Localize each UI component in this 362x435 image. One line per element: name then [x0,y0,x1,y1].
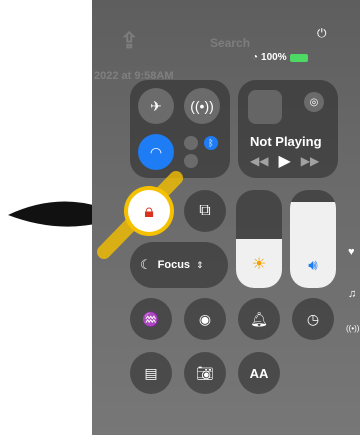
now-playing-title: Not Playing [250,134,322,149]
airdrop-button[interactable] [184,136,198,150]
power-icon: ⏻ [317,26,327,40]
next-track-icon[interactable]: ▶▶ [301,154,319,171]
wifi-icon: ◔ [252,52,259,63]
timer-button[interactable]: ◷ [292,298,334,340]
bluetooth-button[interactable]: ᛒ [204,136,218,150]
sun-icon: ☀ [251,256,267,273]
play-icon[interactable]: ▶ [278,151,290,171]
text-size-button[interactable]: AA [238,352,280,394]
heart-icon: ♥ [348,246,355,258]
music-note-icon: ♫ [348,288,357,300]
speaker-icon: 🔊︎ [308,257,318,274]
screen-mirroring-button[interactable]: ⧉ [184,190,226,232]
wifi-button[interactable]: ◠ [138,134,174,170]
background-search-text: Search [210,36,251,50]
battery-percent: 100% [261,52,287,63]
focus-label: Focus [157,259,191,271]
cellular-data-button[interactable]: ((•)) [184,88,220,124]
now-playing-module: ◎ Not Playing ◀◀ ▶ ▶▶ [238,80,338,178]
background-share-icon: ⇪ [120,28,139,53]
connectivity-module: ✈ ((•)) ◠ ᛒ [130,80,230,178]
camera-button[interactable]: 📷︎ [184,352,226,394]
playback-controls: ◀◀ ▶ ▶▶ [250,151,319,171]
airplay-icon[interactable]: ◎ [304,92,324,112]
silent-mode-button[interactable]: 🔔︎ [238,298,280,340]
battery-icon [289,53,308,62]
status-bar: ◔ 100% [252,52,308,63]
focus-button[interactable]: ☾ Focus ⇕ [130,242,228,288]
sound-recognition-button[interactable]: ♒ [130,298,172,340]
airplane-mode-button[interactable]: ✈ [138,88,174,124]
hotspot-button[interactable] [184,154,198,168]
control-center: ⇪ Search 2022 at 9:58AM ⏻ ◔ 100% ✈ ((•))… [92,0,360,435]
rotation-lock-button[interactable]: 🔒︎ [128,190,170,232]
brightness-slider[interactable]: ☀ [236,190,282,288]
notes-button[interactable]: ▤ [130,352,172,394]
screen-recording-button[interactable]: ◉ [184,298,226,340]
focus-icon: ☾ [140,257,152,272]
chevron-updown-icon: ⇕ [196,259,204,270]
previous-track-icon[interactable]: ◀◀ [250,154,268,171]
volume-slider[interactable]: 🔊︎ [290,190,336,288]
album-art [248,90,282,124]
signal-icon: ((•)) [346,324,360,333]
volume-fill [290,201,336,288]
